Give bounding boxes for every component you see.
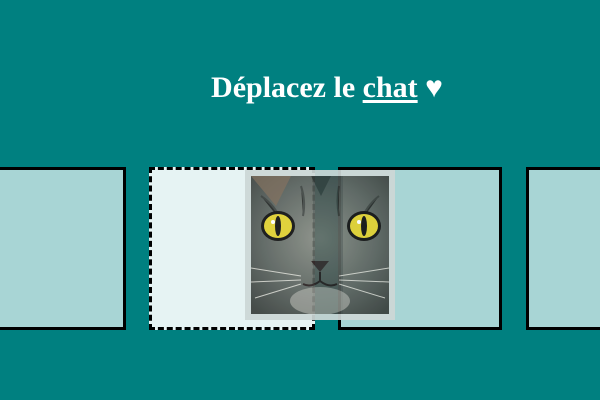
- title-heart: ♥: [417, 71, 443, 104]
- chat-link[interactable]: chat: [363, 71, 418, 104]
- drop-zone-4[interactable]: [526, 167, 600, 330]
- cat-face-icon: [251, 176, 389, 314]
- drop-zone-1[interactable]: [0, 167, 126, 330]
- draggable-cat-image[interactable]: [245, 170, 395, 320]
- page-title: Déplacez le chat ♥: [0, 68, 600, 108]
- title-prefix: Déplacez le: [211, 71, 363, 104]
